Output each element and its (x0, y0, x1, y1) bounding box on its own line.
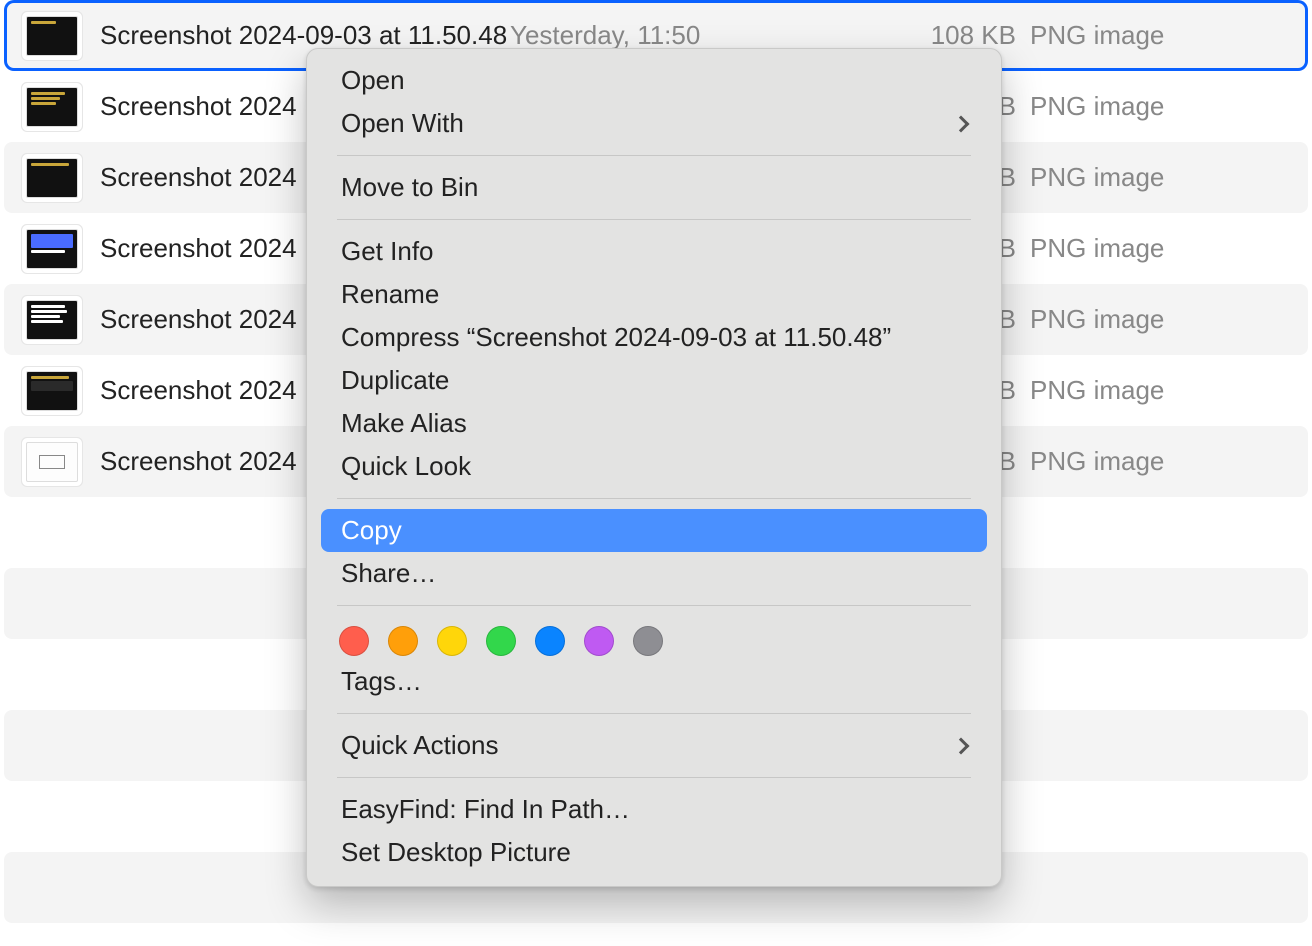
menu-label: Move to Bin (341, 172, 478, 203)
file-kind: PNG image (1030, 20, 1200, 51)
menu-share[interactable]: Share… (321, 552, 987, 595)
menu-label: Open With (341, 108, 464, 139)
tag-color-dot[interactable] (388, 626, 418, 656)
menu-label: Tags… (341, 666, 422, 697)
file-kind: PNG image (1030, 446, 1200, 477)
chevron-right-icon (953, 737, 970, 754)
file-thumbnail (26, 158, 78, 198)
context-menu: Open Open With Move to Bin Get Info Rena… (306, 48, 1002, 887)
file-thumbnail (26, 229, 78, 269)
menu-open[interactable]: Open (321, 59, 987, 102)
file-thumbnail (26, 16, 78, 56)
menu-quick-actions[interactable]: Quick Actions (321, 724, 987, 767)
tag-color-dot[interactable] (339, 626, 369, 656)
menu-label: Set Desktop Picture (341, 837, 571, 868)
menu-copy[interactable]: Copy (321, 509, 987, 552)
file-date: Yesterday, 11:50 (510, 20, 920, 51)
tag-color-dot[interactable] (437, 626, 467, 656)
menu-separator (337, 713, 971, 714)
menu-separator (337, 498, 971, 499)
menu-label: Quick Look (341, 451, 471, 482)
menu-move-to-bin[interactable]: Move to Bin (321, 166, 987, 209)
file-thumbnail (26, 371, 78, 411)
menu-separator (337, 605, 971, 606)
menu-label: Copy (341, 515, 402, 546)
menu-duplicate[interactable]: Duplicate (321, 359, 987, 402)
file-thumbnail (26, 300, 78, 340)
menu-label: Get Info (341, 236, 434, 267)
tag-color-dot[interactable] (486, 626, 516, 656)
tag-color-dot[interactable] (584, 626, 614, 656)
file-kind: PNG image (1030, 375, 1200, 406)
menu-label: Quick Actions (341, 730, 499, 761)
tag-color-row (315, 616, 993, 660)
menu-label: Compress “Screenshot 2024-09-03 at 11.50… (341, 322, 891, 353)
file-thumbnail (26, 442, 78, 482)
tag-color-dot[interactable] (535, 626, 565, 656)
menu-set-desktop[interactable]: Set Desktop Picture (321, 831, 987, 874)
menu-rename[interactable]: Rename (321, 273, 987, 316)
file-kind: PNG image (1030, 91, 1200, 122)
menu-label: Share… (341, 558, 436, 589)
menu-easyfind[interactable]: EasyFind: Find In Path… (321, 788, 987, 831)
menu-label: Rename (341, 279, 439, 310)
menu-compress[interactable]: Compress “Screenshot 2024-09-03 at 11.50… (321, 316, 987, 359)
menu-get-info[interactable]: Get Info (321, 230, 987, 273)
file-thumbnail (26, 87, 78, 127)
menu-make-alias[interactable]: Make Alias (321, 402, 987, 445)
file-kind: PNG image (1030, 304, 1200, 335)
file-name: Screenshot 2024-09-03 at 11.50.48 (90, 20, 510, 51)
file-size: 108 KB (920, 20, 1030, 51)
menu-open-with[interactable]: Open With (321, 102, 987, 145)
file-kind: PNG image (1030, 233, 1200, 264)
menu-label: Open (341, 65, 405, 96)
menu-label: Duplicate (341, 365, 449, 396)
file-kind: PNG image (1030, 162, 1200, 193)
menu-tags[interactable]: Tags… (321, 660, 987, 703)
menu-label: Make Alias (341, 408, 467, 439)
menu-label: EasyFind: Find In Path… (341, 794, 630, 825)
empty-row (4, 923, 1308, 946)
tag-color-dot[interactable] (633, 626, 663, 656)
chevron-right-icon (953, 115, 970, 132)
menu-quick-look[interactable]: Quick Look (321, 445, 987, 488)
menu-separator (337, 777, 971, 778)
menu-separator (337, 219, 971, 220)
menu-separator (337, 155, 971, 156)
